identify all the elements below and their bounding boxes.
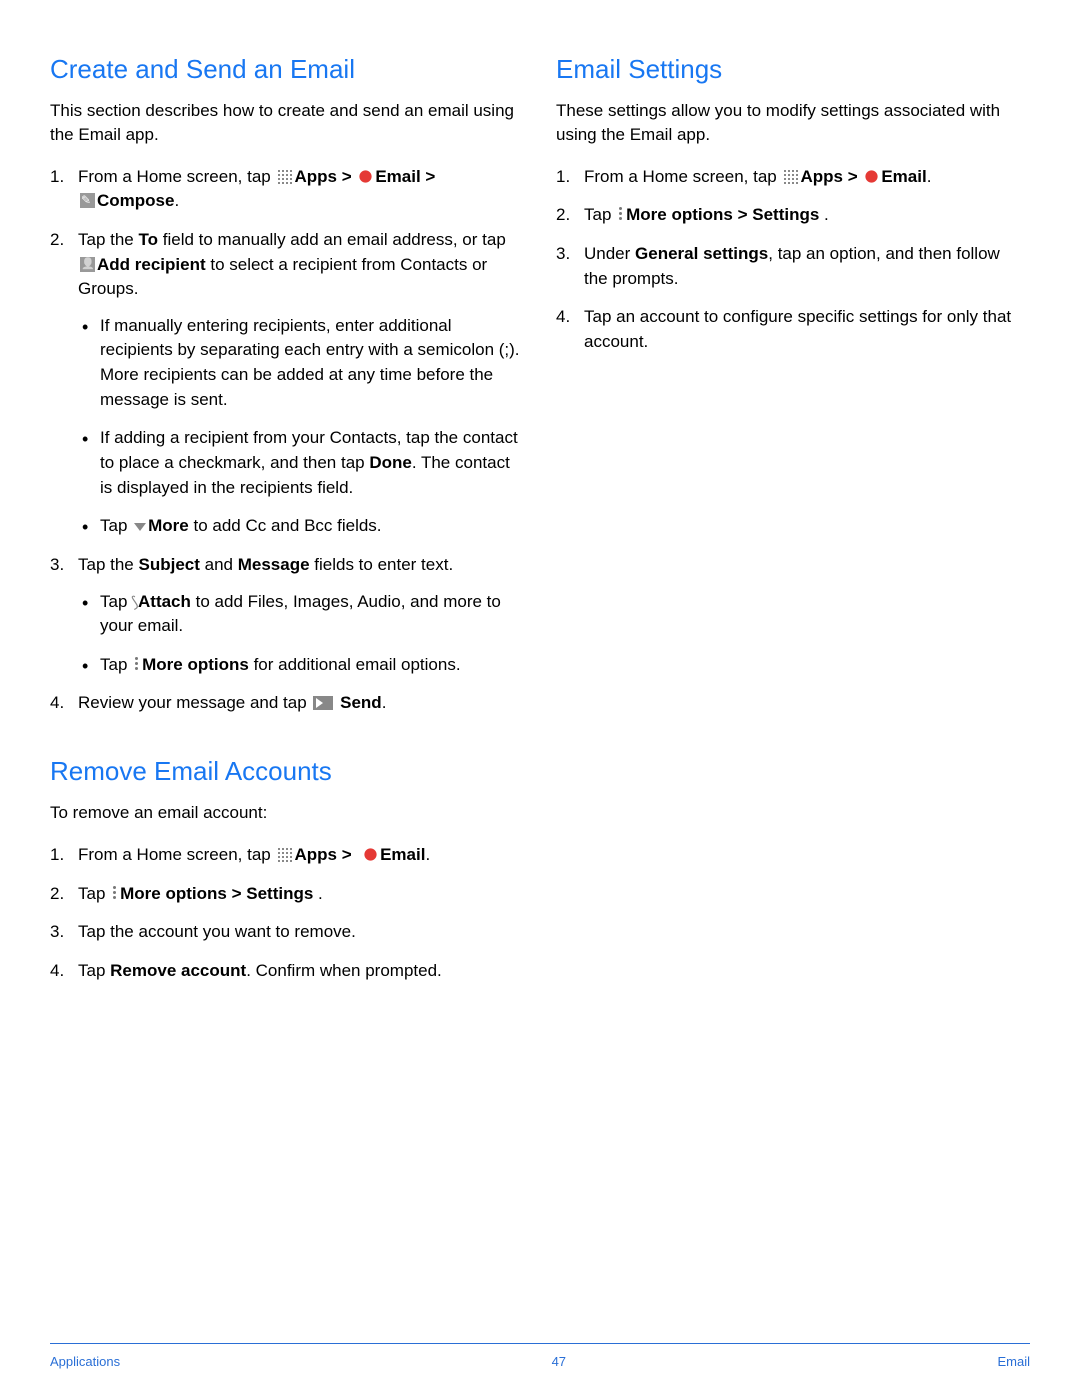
text: . Confirm when prompted. xyxy=(246,961,442,980)
text: Review your message and tap xyxy=(78,693,311,712)
text: Tap the xyxy=(78,555,139,574)
text: Under xyxy=(584,244,635,263)
more-options-label: More options xyxy=(120,884,227,903)
step-2: Tap More options > Settings . xyxy=(50,882,520,907)
text: Tap xyxy=(100,516,132,535)
text: From a Home screen, tap xyxy=(78,845,275,864)
more-options-label: More options xyxy=(142,655,249,674)
step-3: Under General settings, tap an option, a… xyxy=(556,242,1026,291)
step-4: Review your message and tap Send. xyxy=(50,691,520,716)
text: Tap xyxy=(100,592,132,611)
settings-label: Settings xyxy=(246,884,313,903)
bullet: If manually entering recipients, enter a… xyxy=(78,314,520,413)
settings-label: Settings xyxy=(752,205,819,224)
separator: > xyxy=(421,167,436,186)
page-body: Create and Send an Email This section de… xyxy=(0,0,1080,997)
separator: > xyxy=(843,167,862,186)
text: Tap xyxy=(100,655,132,674)
apps-icon xyxy=(783,169,798,184)
footer-left: Applications xyxy=(50,1354,120,1369)
email-label: Email xyxy=(380,845,425,864)
steps-remove: From a Home screen, tap Apps > Email. Ta… xyxy=(50,843,520,984)
footer-page-number: 47 xyxy=(552,1354,566,1369)
text: field to manually add an email address, … xyxy=(158,230,506,249)
step-4: Tap an account to configure specific set… xyxy=(556,305,1026,354)
compose-icon xyxy=(80,193,95,208)
page-footer: Applications 47 Email xyxy=(50,1343,1030,1369)
text: and xyxy=(200,555,238,574)
text: Tap the xyxy=(78,230,139,249)
text: From a Home screen, tap xyxy=(78,167,275,186)
more-options-label: More options xyxy=(626,205,733,224)
email-icon xyxy=(363,847,378,862)
email-icon xyxy=(864,169,879,184)
step-1: From a Home screen, tap Apps > Email > C… xyxy=(50,165,520,214)
steps-create-send: From a Home screen, tap Apps > Email > C… xyxy=(50,165,520,717)
heading-email-settings: Email Settings xyxy=(556,54,1026,85)
bullet: Tap ⟆Attach to add Files, Images, Audio,… xyxy=(78,590,520,639)
attach-label: Attach xyxy=(138,592,191,611)
separator: > xyxy=(733,205,752,224)
text: for additional email options. xyxy=(249,655,461,674)
remove-account-label: Remove account xyxy=(110,961,246,980)
more-label: More xyxy=(148,516,189,535)
steps-settings: From a Home screen, tap Apps > Email. Ta… xyxy=(556,165,1026,355)
text: . xyxy=(927,167,932,186)
text: Tap xyxy=(78,961,110,980)
apps-icon xyxy=(277,169,292,184)
done-label: Done xyxy=(369,453,412,472)
apps-label: Apps xyxy=(294,167,337,186)
add-recipient-label: Add recipient xyxy=(97,255,206,274)
more-options-icon xyxy=(112,885,118,901)
email-label: Email xyxy=(375,167,420,186)
intro-remove: To remove an email account: xyxy=(50,801,520,825)
message-label: Message xyxy=(238,555,310,574)
to-label: To xyxy=(139,230,159,249)
step-3: Tap the account you want to remove. xyxy=(50,920,520,945)
text: From a Home screen, tap xyxy=(584,167,781,186)
left-column: Create and Send an Email This section de… xyxy=(50,54,520,997)
chevron-down-icon xyxy=(134,523,146,531)
heading-remove-accounts: Remove Email Accounts xyxy=(50,756,520,787)
email-label: Email xyxy=(881,167,926,186)
heading-create-send: Create and Send an Email xyxy=(50,54,520,85)
apps-label: Apps xyxy=(294,845,337,864)
text: . xyxy=(425,845,430,864)
subject-label: Subject xyxy=(139,555,200,574)
send-icon xyxy=(313,696,333,710)
right-column: Email Settings These settings allow you … xyxy=(556,54,1026,997)
step-2: Tap the To field to manually add an emai… xyxy=(50,228,520,539)
text: . xyxy=(819,205,828,224)
step-3: Tap the Subject and Message fields to en… xyxy=(50,553,520,678)
intro-create-send: This section describes how to create and… xyxy=(50,99,520,147)
text: Tap xyxy=(78,884,110,903)
apps-label: Apps xyxy=(800,167,843,186)
step-1: From a Home screen, tap Apps > Email. xyxy=(556,165,1026,190)
text: . xyxy=(313,884,322,903)
bullet: If adding a recipient from your Contacts… xyxy=(78,426,520,500)
intro-settings: These settings allow you to modify setti… xyxy=(556,99,1026,147)
step-4: Tap Remove account. Confirm when prompte… xyxy=(50,959,520,984)
separator: > xyxy=(337,845,356,864)
general-settings-label: General settings xyxy=(635,244,768,263)
more-options-icon xyxy=(618,206,624,222)
compose-label: Compose xyxy=(97,191,174,210)
apps-icon xyxy=(277,847,292,862)
step-1: From a Home screen, tap Apps > Email. xyxy=(50,843,520,868)
text: . xyxy=(174,191,179,210)
separator: > xyxy=(337,167,356,186)
send-label: Send xyxy=(335,693,381,712)
more-options-icon xyxy=(134,656,140,672)
separator: > xyxy=(227,884,246,903)
text: to add Cc and Bcc fields. xyxy=(189,516,382,535)
person-icon xyxy=(80,257,95,272)
step-2: Tap More options > Settings . xyxy=(556,203,1026,228)
text: Tap xyxy=(584,205,616,224)
bullet: Tap More options for additional email op… xyxy=(78,653,520,678)
text: . xyxy=(382,693,387,712)
text: fields to enter text. xyxy=(310,555,454,574)
bullet: Tap More to add Cc and Bcc fields. xyxy=(78,514,520,539)
footer-right: Email xyxy=(997,1354,1030,1369)
email-icon xyxy=(358,169,373,184)
